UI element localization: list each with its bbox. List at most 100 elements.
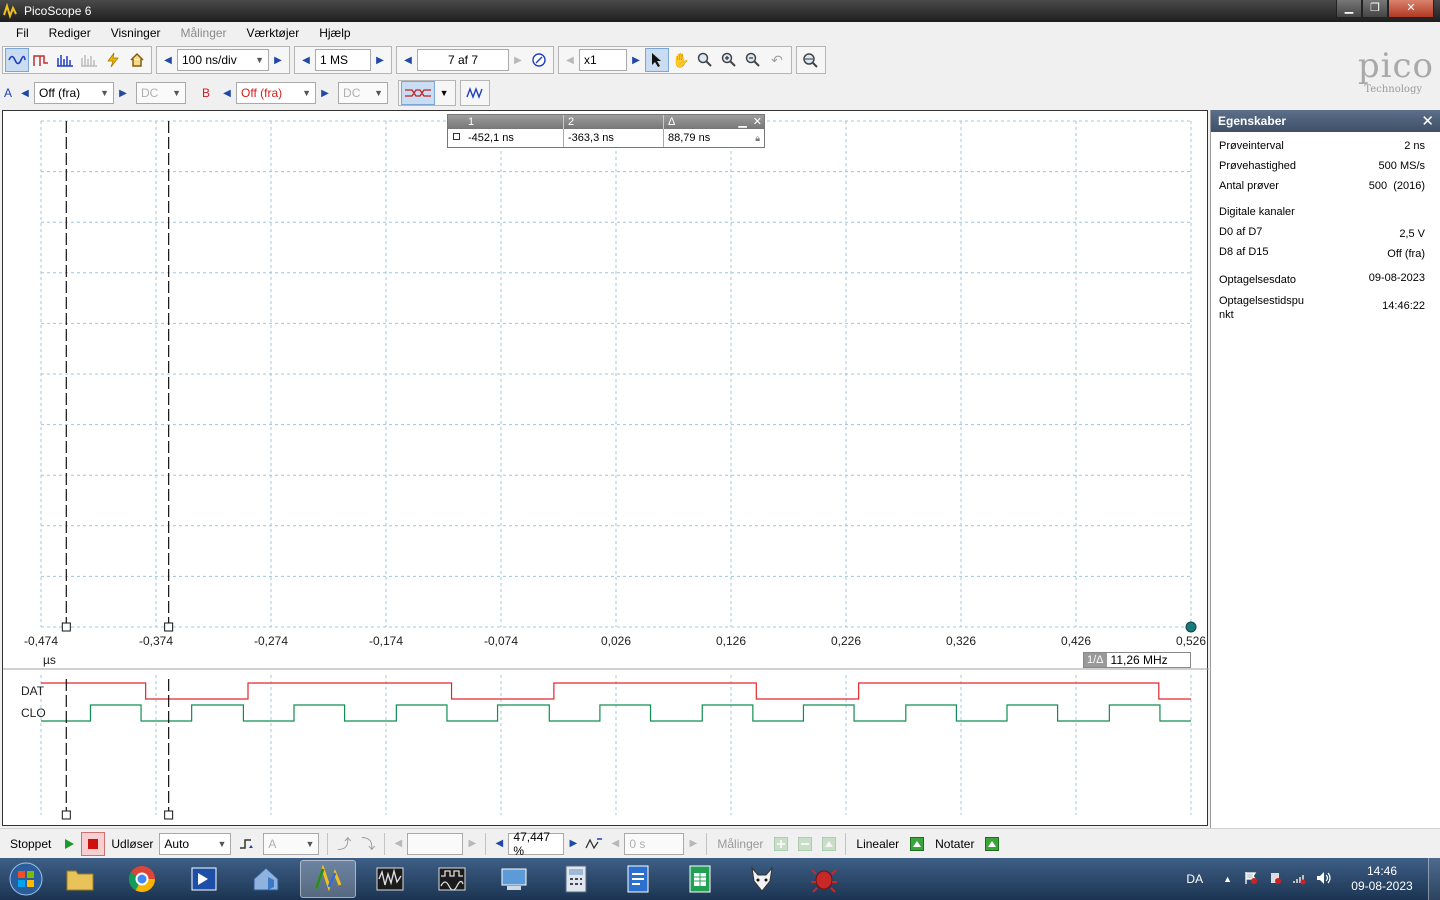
spectrum-mode-icon[interactable]: [53, 48, 77, 72]
pretrigger-decrease-icon[interactable]: ◀: [490, 832, 508, 856]
menu-visninger[interactable]: Visninger: [101, 26, 171, 40]
trigger-source-select[interactable]: A ▼: [263, 832, 320, 855]
falling-edge-icon[interactable]: ⤵: [356, 832, 380, 856]
volume-icon[interactable]: [1316, 871, 1332, 888]
scope-graph[interactable]: -0,474 -0,374 -0,274 -0,174 -0,074 0,026 0,126…: [3, 111, 1209, 827]
trigger-marker[interactable]: [1185, 621, 1197, 633]
scope-mode-icon[interactable]: [5, 48, 29, 72]
delay-increase-icon[interactable]: ▶: [684, 832, 702, 856]
zoom-decrease-icon[interactable]: ◀: [561, 48, 579, 72]
digital-channels-icon[interactable]: [401, 81, 436, 105]
math-channels-icon[interactable]: [463, 81, 487, 105]
zoom-area-icon[interactable]: [693, 48, 717, 72]
scope-view[interactable]: -0,474 -0,374 -0,274 -0,174 -0,074 0,026 0,126…: [2, 110, 1209, 827]
zoom-overview-icon[interactable]: [799, 48, 823, 72]
control-panel-taskbar-icon[interactable]: [486, 860, 542, 898]
start-button[interactable]: [0, 858, 52, 900]
clock[interactable]: 14:46 09-08-2023: [1346, 864, 1418, 894]
channel-a-range-select[interactable]: Off (fra) ▼: [34, 82, 115, 104]
threshold-increase-icon[interactable]: ▶: [463, 832, 481, 856]
logic-app-taskbar-icon[interactable]: [424, 860, 480, 898]
buffer-overview-icon[interactable]: [527, 48, 551, 72]
minimize-button[interactable]: ▁: [1336, 0, 1362, 18]
channel-a-coupling-select[interactable]: DC ▼: [136, 82, 187, 104]
rulers-label[interactable]: Linealer: [850, 837, 905, 851]
debugger-app-taskbar-icon[interactable]: [796, 860, 852, 898]
channel-b-range-decrease-icon[interactable]: ◀: [218, 81, 236, 105]
maximize-button[interactable]: ❐: [1362, 0, 1388, 18]
trigger-mode-select[interactable]: Auto ▼: [159, 832, 232, 855]
threshold-decrease-icon[interactable]: ◀: [389, 832, 407, 856]
document-app-taskbar-icon[interactable]: [610, 860, 666, 898]
wolf-app-taskbar-icon[interactable]: [734, 860, 790, 898]
lock-icon[interactable]: 🔒︎: [755, 133, 760, 144]
remove-measurement-icon[interactable]: [793, 832, 817, 856]
post-trigger-delay-icon[interactable]: [582, 832, 606, 856]
menu-hjaelp[interactable]: Hjælp: [309, 26, 360, 40]
chevron-down-icon[interactable]: ▼: [435, 81, 453, 105]
channel-b-range-select[interactable]: Off (fra) ▼: [236, 82, 317, 104]
delay-decrease-icon[interactable]: ◀: [606, 832, 624, 856]
channel-a-range-increase-icon[interactable]: ▶: [114, 81, 132, 105]
add-measurement-icon[interactable]: [769, 832, 793, 856]
run-button[interactable]: [57, 832, 81, 856]
measurements-label[interactable]: Målinger: [711, 837, 769, 851]
timebase-increase-icon[interactable]: ▶: [269, 48, 287, 72]
zoom-increase-icon[interactable]: ▶: [627, 48, 645, 72]
pretrigger-increase-icon[interactable]: ▶: [564, 832, 582, 856]
channel-a-label[interactable]: A: [0, 86, 16, 100]
power-icon[interactable]: [1268, 871, 1282, 888]
buffer-next-icon[interactable]: ▶: [509, 48, 527, 72]
menu-rediger[interactable]: Rediger: [39, 26, 101, 40]
samples-field[interactable]: 1 MS: [315, 49, 371, 71]
stop-button[interactable]: [81, 831, 106, 856]
zoom-field[interactable]: x1: [579, 49, 627, 71]
samples-decrease-icon[interactable]: ◀: [297, 48, 315, 72]
channel-a-range-decrease-icon[interactable]: ◀: [16, 81, 34, 105]
channel-b-coupling-select[interactable]: DC ▼: [338, 82, 389, 104]
network-icon[interactable]: [1292, 871, 1306, 888]
notes-toggle-icon[interactable]: [980, 832, 1004, 856]
buffer-navigator-field[interactable]: 7 af 7: [417, 49, 509, 71]
close-icon[interactable]: ✕: [753, 115, 762, 128]
hand-tool-icon[interactable]: ✋: [669, 48, 693, 72]
notes-label[interactable]: Notater: [929, 837, 980, 851]
remote-app-taskbar-icon[interactable]: [176, 860, 232, 898]
action-center-flag-icon[interactable]: [1244, 871, 1258, 888]
pretrigger-field[interactable]: 47,447 %: [508, 830, 565, 858]
chrome-taskbar-icon[interactable]: [114, 860, 170, 898]
channel-b-label[interactable]: B: [198, 86, 214, 100]
pointer-tool-icon[interactable]: [645, 48, 669, 72]
menu-malinger[interactable]: Målinger: [171, 26, 237, 40]
spreadsheet-app-taskbar-icon[interactable]: [672, 860, 728, 898]
calculator-taskbar-icon[interactable]: [548, 860, 604, 898]
file-explorer-taskbar-icon[interactable]: [52, 860, 108, 898]
ruler-table[interactable]: 1 2 Δ ▁ ✕ -452,1 ns -363,3 ns 88,79 ns 🔒…: [447, 114, 765, 148]
undo-zoom-icon[interactable]: ↶: [765, 48, 789, 72]
serial-mode-icon[interactable]: [77, 48, 101, 72]
minimize-icon[interactable]: ▁: [738, 115, 746, 128]
picoscope-taskbar-icon[interactable]: [300, 860, 356, 898]
edit-measurement-icon[interactable]: [817, 832, 841, 856]
zoom-in-icon[interactable]: [717, 48, 741, 72]
menu-fil[interactable]: Fil: [6, 26, 39, 40]
rising-edge-icon[interactable]: ⤴: [332, 832, 356, 856]
waveform-app-taskbar-icon[interactable]: [362, 860, 418, 898]
trigger-threshold-field[interactable]: [407, 832, 464, 855]
buffer-previous-icon[interactable]: ◀: [399, 48, 417, 72]
delay-field[interactable]: 0 s: [624, 832, 685, 855]
timebase-decrease-icon[interactable]: ◀: [159, 48, 177, 72]
chevron-up-icon[interactable]: ▲: [1223, 874, 1232, 884]
zoom-out-icon[interactable]: [741, 48, 765, 72]
network-drive-taskbar-icon[interactable]: [238, 860, 294, 898]
channel-b-range-increase-icon[interactable]: ▶: [316, 81, 334, 105]
menu-vaerktojer[interactable]: Værktøjer: [237, 26, 310, 40]
persistence-mode-icon[interactable]: [29, 48, 53, 72]
close-window-button[interactable]: ✕: [1388, 0, 1434, 18]
samples-increase-icon[interactable]: ▶: [371, 48, 389, 72]
default-setup-home-icon[interactable]: [125, 48, 149, 72]
show-desktop-button[interactable]: [1428, 858, 1440, 900]
trigger-type-icon[interactable]: [235, 832, 259, 856]
rulers-toggle-icon[interactable]: [905, 832, 929, 856]
language-indicator[interactable]: DA: [1186, 872, 1203, 886]
